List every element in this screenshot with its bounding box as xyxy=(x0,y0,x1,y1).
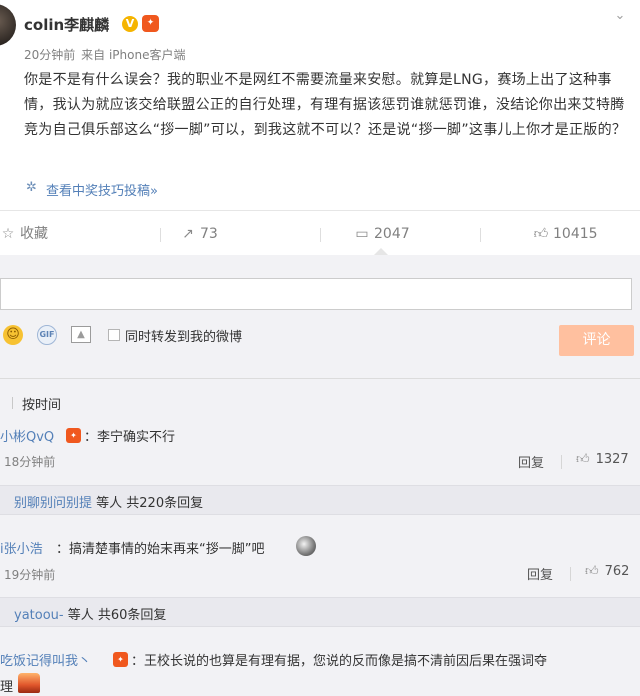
comment-time: 19分钟前 xyxy=(4,568,56,582)
comment-text: ：李宁确实不行 xyxy=(84,430,176,445)
forward-button[interactable]: ↗ 73 xyxy=(180,224,218,244)
comment-author[interactable]: 吃饭记得叫我丶 xyxy=(0,650,91,669)
comment-like-count: 762 xyxy=(604,564,630,579)
panel-divider xyxy=(0,378,640,379)
forward-count: 73 xyxy=(200,226,218,242)
active-tab-arrow xyxy=(374,248,388,255)
thumbs-up-icon: 👍︎ xyxy=(585,564,599,579)
sub-replies-bar[interactable]: 别聊别问别提 等人 共220条回复 xyxy=(0,485,640,515)
tip-link[interactable]: 查看中奖技巧投稿» xyxy=(46,180,158,199)
author-avatar[interactable] xyxy=(0,4,16,46)
comment-author[interactable]: 小彬QvQ xyxy=(0,426,54,445)
post-source[interactable]: iPhone客户端 xyxy=(109,48,186,62)
like-button[interactable]: 👍︎ 10415 xyxy=(533,224,598,244)
favorite-label: 收藏 xyxy=(20,226,48,242)
comment-text: ：王校长说的也算是有理有据，您说的反而像是搞不清前因后果在强词夺 xyxy=(131,654,548,669)
sub-replies-count: 等人 共220条回复 xyxy=(92,496,204,511)
action-separator xyxy=(320,228,321,242)
sub-replies-summary: 别聊别问别提 等人 共220条回复 xyxy=(14,492,203,511)
like-count: 10415 xyxy=(553,226,598,242)
comment-text-continued: 理 xyxy=(0,680,14,695)
vip-badge-icon[interactable]: ✦ xyxy=(66,428,81,443)
chevron-down-icon[interactable]: ⌄ xyxy=(612,8,628,24)
vip-badge-icon[interactable]: ✦ xyxy=(142,15,159,32)
vip-badge-icon[interactable]: ✦ xyxy=(113,652,128,667)
comment-like-count: 1327 xyxy=(595,452,629,467)
star-icon: ☆ xyxy=(1,226,15,242)
sub-replies-author[interactable]: 别聊别问别提 xyxy=(14,496,92,511)
comment-like-button[interactable]: 👍︎ 1327 xyxy=(576,452,629,467)
submit-comment-button[interactable]: 评论 xyxy=(559,325,634,356)
comment-author[interactable]: i张小浩 xyxy=(0,538,43,557)
comment-time: 18分钟前 xyxy=(4,455,56,469)
post-meta: 20分钟前 来自 iPhone客户端 xyxy=(24,46,185,63)
post-author-name[interactable]: colin李麒麟 xyxy=(24,14,109,35)
emoji-icon[interactable]: ☺ xyxy=(3,325,23,345)
post-time[interactable]: 20分钟前 xyxy=(24,48,75,62)
favorite-button[interactable]: ☆ 收藏 xyxy=(0,224,48,244)
sparkle-icon: ✲ xyxy=(26,180,37,195)
thumbs-up-icon: 👍︎ xyxy=(533,226,549,242)
sub-replies-summary: yatoou- 等人 共60条回复 xyxy=(14,604,166,623)
comment-like-button[interactable]: 👍︎ 762 xyxy=(585,564,629,579)
sub-replies-bar[interactable]: yatoou- 等人 共60条回复 xyxy=(0,597,640,627)
source-prefix: 来自 xyxy=(81,48,106,62)
comment-icon: ▭ xyxy=(355,226,369,242)
action-separator xyxy=(480,228,481,242)
forward-icon: ↗ xyxy=(182,226,194,242)
sort-separator xyxy=(12,397,13,409)
action-separator xyxy=(160,228,161,242)
verified-badge-icon: V xyxy=(122,16,138,32)
comment-action-separator xyxy=(570,567,571,581)
cake-emoji-icon xyxy=(18,673,40,693)
sub-replies-count: 等人 共60条回复 xyxy=(63,608,167,623)
comment-action-separator xyxy=(561,455,562,469)
comment-text: ：搞清楚事情的始末再来“拶一脚”吧 xyxy=(56,542,265,557)
doge-emoji-icon xyxy=(296,536,316,556)
comment-count: 2047 xyxy=(374,226,410,242)
reply-button[interactable]: 回复 xyxy=(527,564,553,583)
image-icon[interactable]: ▲ xyxy=(71,326,91,343)
comment-panel xyxy=(0,255,640,696)
gif-icon[interactable]: GIF xyxy=(37,325,57,345)
actionbar-divider xyxy=(0,210,640,211)
post-body: 你是不是有什么误会？我的职业不是网红不需要流量来安慰。就算是LNG，赛场上出了这… xyxy=(24,72,627,138)
thumbs-up-icon: 👍︎ xyxy=(576,452,590,467)
repost-label[interactable]: 同时转发到我的微博 xyxy=(125,326,242,345)
repost-checkbox[interactable] xyxy=(108,329,120,341)
reply-button[interactable]: 回复 xyxy=(518,452,544,471)
comment-button[interactable]: ▭ 2047 xyxy=(354,224,410,244)
comment-input[interactable] xyxy=(0,278,632,310)
sub-replies-author[interactable]: yatoou- xyxy=(14,608,64,623)
sort-by-time-tab[interactable]: 按时间 xyxy=(22,394,61,413)
